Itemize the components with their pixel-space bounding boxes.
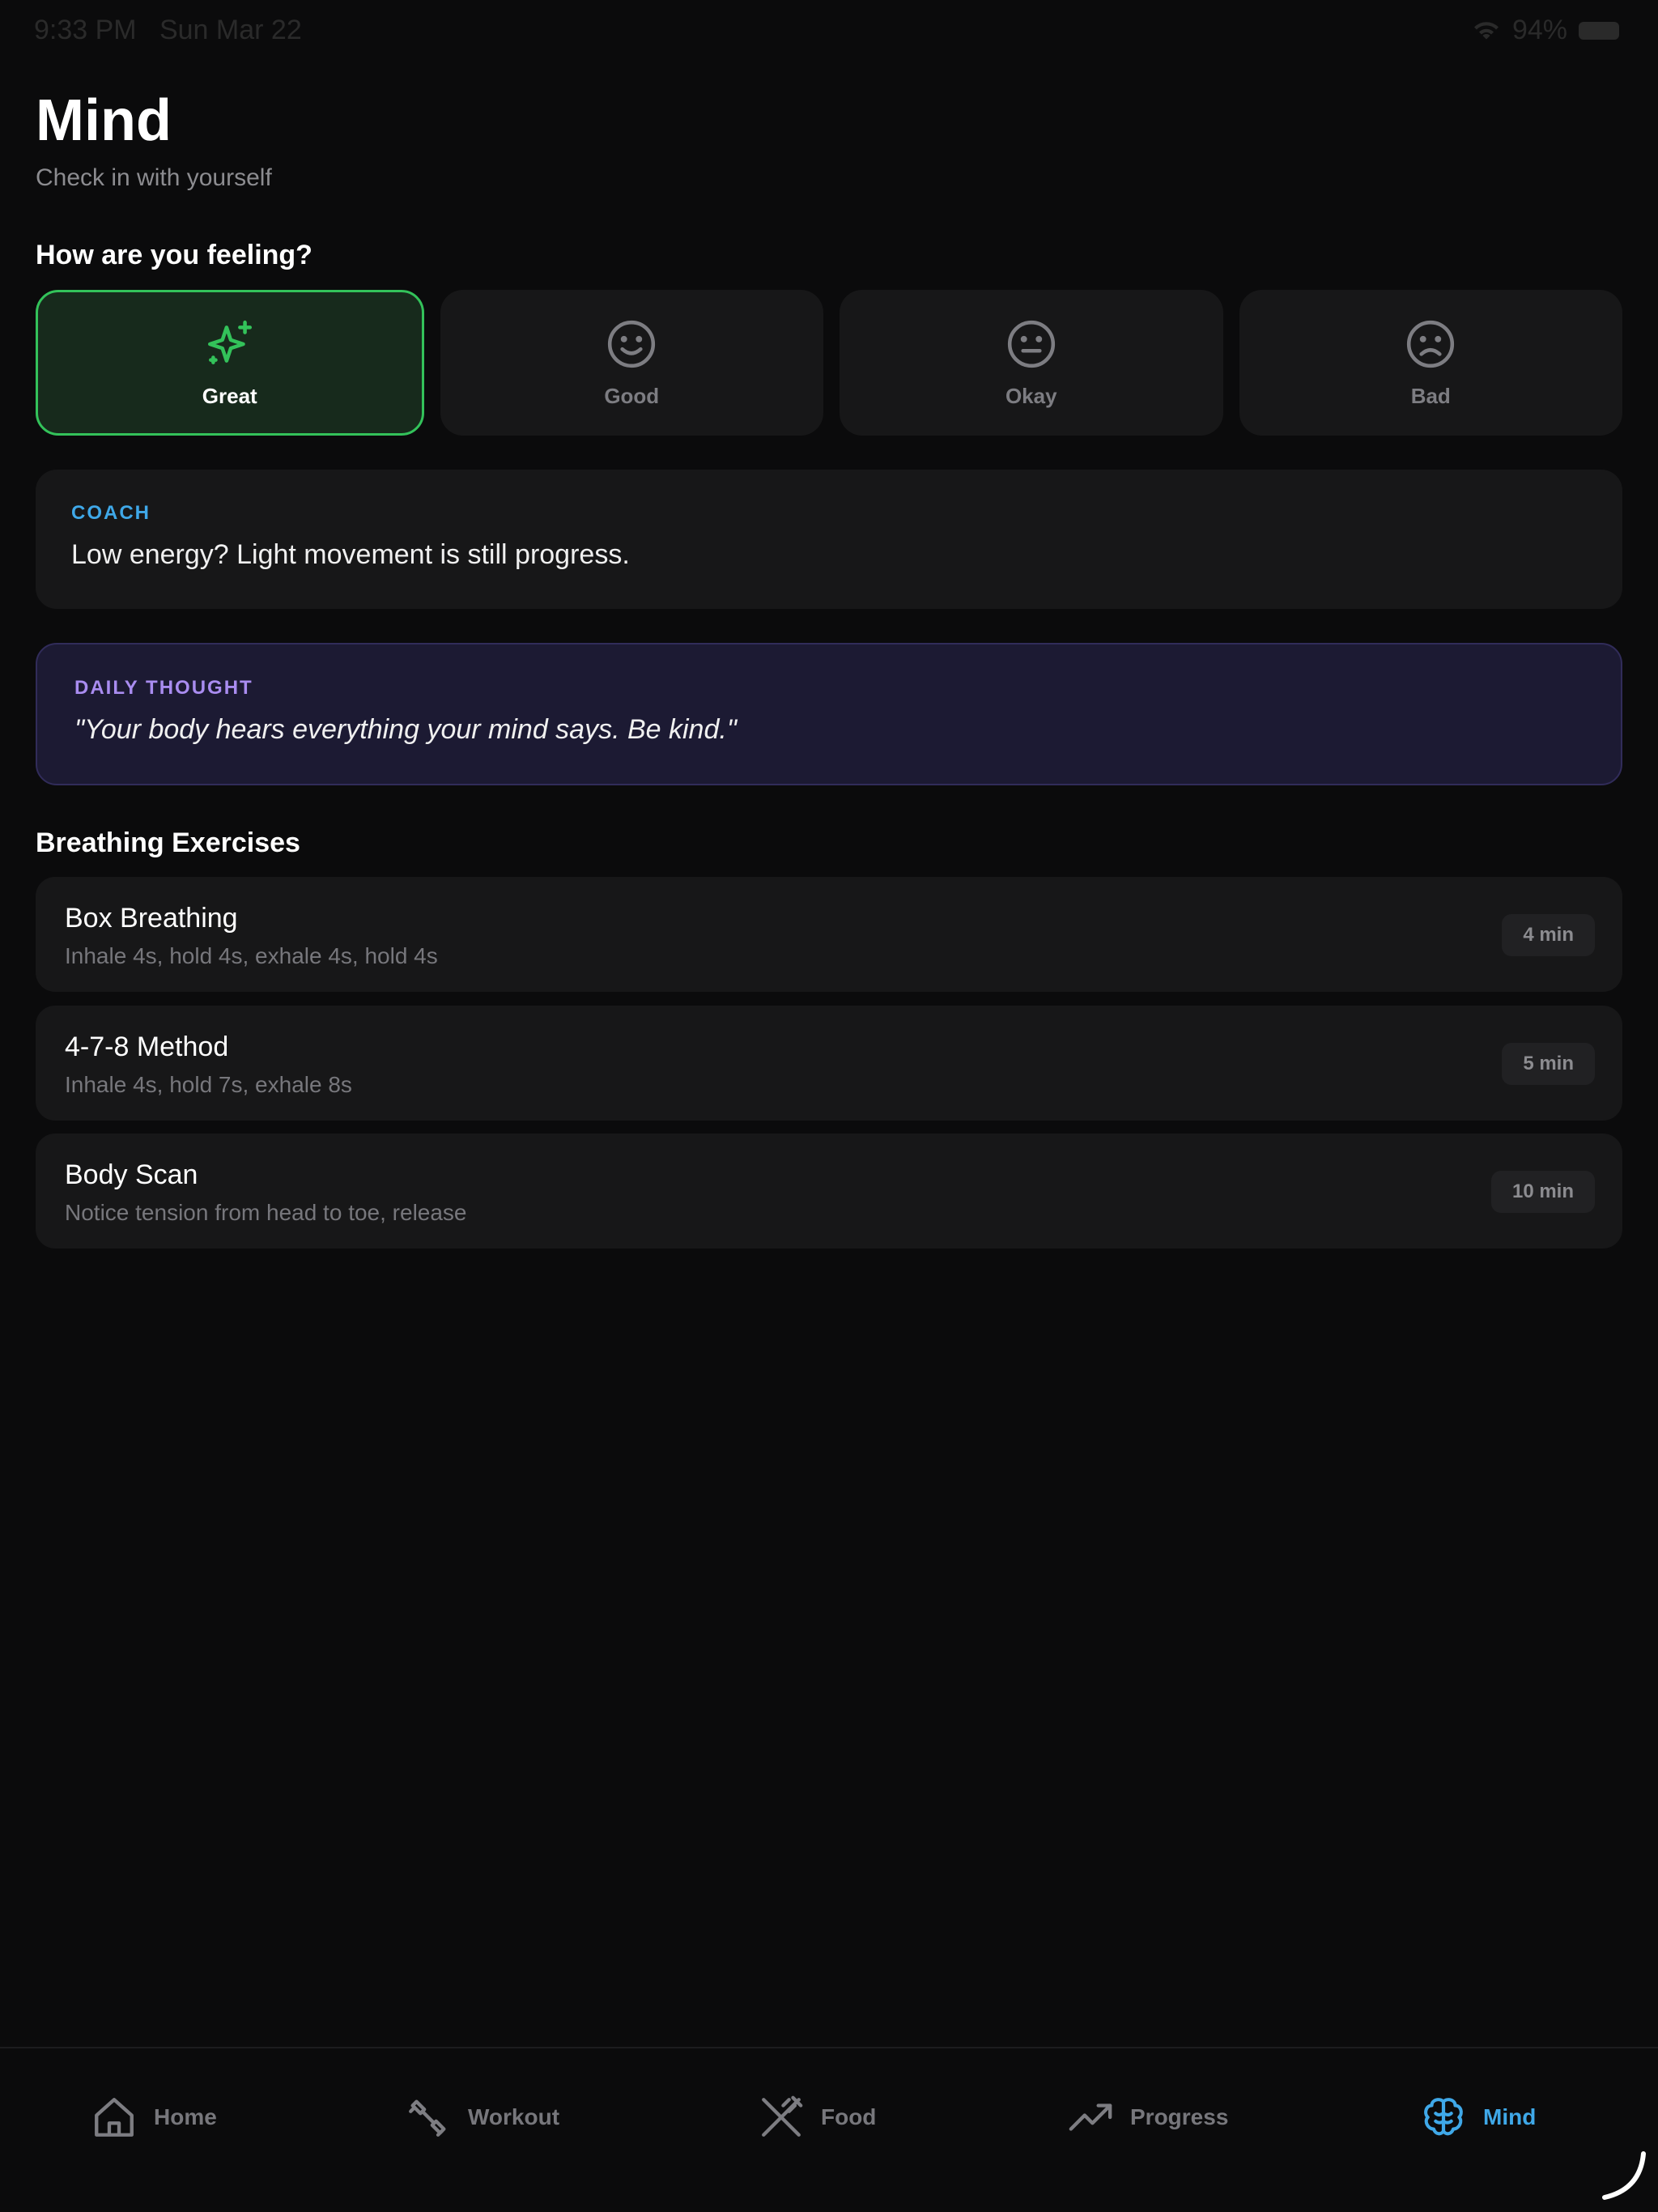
tab-workout[interactable]: Workout [405, 2089, 559, 2146]
brain-icon [1424, 2098, 1463, 2136]
wifi-icon [1473, 21, 1499, 39]
neutral-face-icon [1007, 320, 1055, 368]
mood-option-okay[interactable]: Okay [840, 290, 1223, 436]
status-right: 94% [1472, 15, 1619, 46]
exercise-name: Body Scan [65, 1159, 198, 1190]
smile-icon [608, 320, 656, 368]
daily-thought-tag: DAILY THOUGHT [74, 677, 253, 699]
trending-up-icon [1069, 2104, 1112, 2131]
exercise-name: 4-7-8 Method [65, 1032, 229, 1062]
breathing-heading: Breathing Exercises [36, 827, 300, 858]
tab-home[interactable]: Home [91, 2089, 217, 2146]
mood-label: Okay [1005, 383, 1057, 408]
exercise-box-breathing[interactable]: Box Breathing Inhale 4s, hold 4s, exhale… [36, 877, 1622, 992]
mood-label: Bad [1410, 383, 1451, 408]
daily-thought-card: DAILY THOUGHT "Your body hears everythin… [36, 643, 1622, 785]
battery-icon [1579, 21, 1619, 40]
mood-option-good[interactable]: Good [440, 290, 823, 436]
status-left: 9:33 PM Sun Mar 22 [34, 15, 302, 46]
scroll-corner-indicator [1602, 2151, 1646, 2200]
exercise-duration-badge: 5 min [1502, 1043, 1595, 1085]
exercise-desc: Inhale 4s, hold 7s, exhale 8s [65, 1072, 352, 1097]
mood-label: Great [202, 383, 257, 408]
exercise-duration-badge: 10 min [1490, 1171, 1595, 1213]
status-date: Sun Mar 22 [159, 15, 302, 45]
exercise-name: Box Breathing [65, 903, 238, 934]
coach-card: COACH Low energy? Light movement is stil… [36, 470, 1622, 609]
page-title: Mind [36, 88, 172, 153]
tab-label: Home [154, 2104, 217, 2129]
coach-message: Low energy? Light movement is still prog… [71, 539, 630, 570]
exercise-body-scan[interactable]: Body Scan Notice tension from head to to… [36, 1134, 1622, 1249]
tab-label: Workout [468, 2104, 560, 2129]
exercise-4-7-8-method[interactable]: 4-7-8 Method Inhale 4s, hold 7s, exhale … [36, 1006, 1622, 1121]
mood-option-bad[interactable]: Bad [1239, 290, 1622, 436]
status-bar: 9:33 PM Sun Mar 22 94% [0, 0, 1658, 58]
page-subtitle: Check in with yourself [36, 164, 272, 191]
exercise-duration-badge: 4 min [1502, 914, 1595, 956]
mood-option-great[interactable]: Great [36, 290, 424, 436]
tab-bar: Home Workout Food Progress Mind [0, 2047, 1658, 2212]
mood-selector: Great Good Okay Bad [36, 290, 1622, 436]
coach-tag: COACH [71, 502, 151, 524]
tab-label: Mind [1483, 2104, 1537, 2129]
utensils-icon [762, 2095, 803, 2137]
dumbbell-icon [409, 2099, 446, 2137]
battery-percent: 94% [1511, 15, 1567, 45]
exercise-desc: Inhale 4s, hold 4s, exhale 4s, hold 4s [65, 943, 438, 968]
tab-label: Progress [1130, 2104, 1229, 2129]
status-time: 9:33 PM [34, 15, 137, 45]
mood-label: Good [604, 383, 660, 408]
tab-mind[interactable]: Mind [1420, 2089, 1536, 2146]
tab-food[interactable]: Food [758, 2089, 876, 2146]
mood-heading: How are you feeling? [36, 240, 312, 270]
home-icon [95, 2098, 134, 2137]
tab-progress[interactable]: Progress [1067, 2089, 1228, 2146]
frown-icon [1407, 320, 1455, 368]
exercise-desc: Notice tension from head to toe, release [65, 1200, 467, 1225]
sparkle-icon [207, 320, 252, 364]
tab-label: Food [821, 2104, 877, 2129]
daily-thought-message: "Your body hears everything your mind sa… [74, 714, 737, 745]
